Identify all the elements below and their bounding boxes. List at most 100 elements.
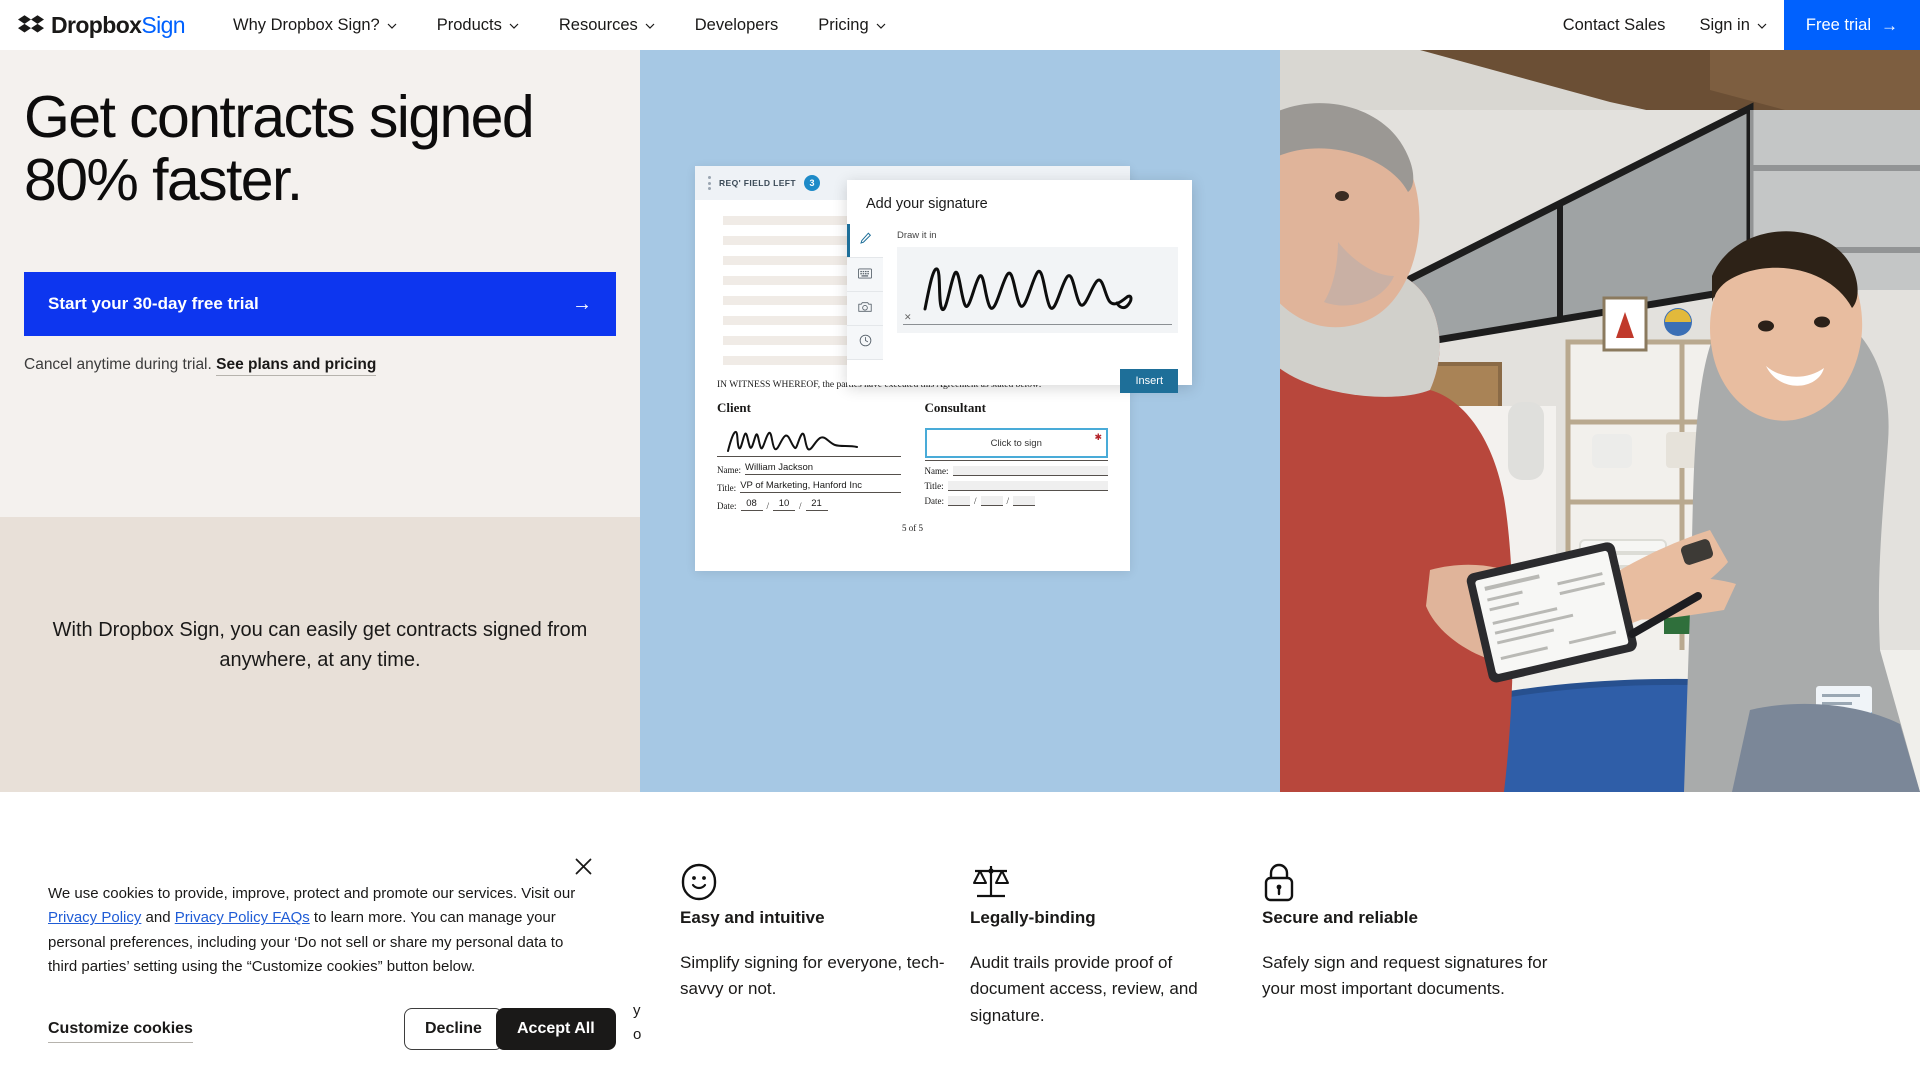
nav-item-developers[interactable]: Developers xyxy=(675,0,798,50)
feature-title: Legally-binding xyxy=(970,908,1096,927)
consultant-date-month[interactable] xyxy=(948,496,970,506)
page-indicator: 5 of 5 xyxy=(902,523,923,533)
feature-legally-binding: Legally-binding Audit trails provide pro… xyxy=(970,862,1240,1029)
consultant-name-key: Name: xyxy=(924,466,949,476)
cta-subtext: Cancel anytime during trial. See plans a… xyxy=(24,356,616,377)
client-date-key: Date: xyxy=(717,501,737,511)
date-separator: / xyxy=(766,501,770,511)
sign-in-menu[interactable]: Sign in xyxy=(1682,0,1783,50)
document-signature-block: IN WITNESS WHEREOF, the parties have exe… xyxy=(695,376,1130,533)
nav-label: Resources xyxy=(558,15,638,34)
cookie-actions: Customize cookies Decline Accept All xyxy=(0,1008,630,1068)
client-title-value: VP of Marketing, Hanford Inc xyxy=(740,480,901,493)
consultant-signature-rule xyxy=(924,460,1108,461)
main-nav: Why Dropbox Sign? Products Resources Dev… xyxy=(213,0,906,50)
arrow-right-icon: → xyxy=(1881,15,1898,35)
logo-text: DropboxSign xyxy=(51,11,186,38)
clear-signature-icon[interactable]: ✕ xyxy=(904,312,912,323)
free-trial-button[interactable]: Free trial → xyxy=(1783,0,1920,50)
date-separator: / xyxy=(799,501,802,511)
close-icon[interactable] xyxy=(572,855,594,877)
logo[interactable]: DropboxSign xyxy=(18,11,186,38)
modal-title: Add your signature xyxy=(866,196,988,212)
customize-cookies-button[interactable]: Customize cookies xyxy=(48,1020,193,1043)
signature-method-tabs xyxy=(847,224,883,360)
free-trial-label: Free trial xyxy=(1805,15,1871,34)
chevron-down-icon xyxy=(387,23,397,29)
client-name-row: Name: William Jackson xyxy=(717,462,901,475)
occluded-text-fragment: o xyxy=(633,1026,642,1043)
feature-body: Safely sign and request signatures for y… xyxy=(1262,953,1548,999)
nav-label: Pricing xyxy=(818,15,869,34)
cookie-consent-banner: We use cookies to provide, improve, prot… xyxy=(0,845,630,1080)
click-to-sign-field[interactable]: Click to sign ✱ xyxy=(924,428,1108,458)
consultant-name-row: Name: xyxy=(924,466,1108,476)
client-date-row: Date: 08 / 10 / 21 xyxy=(717,498,901,511)
client-signature-column: Client Name: William Jackson Title: VP o… xyxy=(717,400,901,511)
insert-signature-button[interactable]: Insert xyxy=(1120,369,1178,393)
hero-content: Get contracts signed 80% faster. Start y… xyxy=(0,50,640,792)
contact-sales-link[interactable]: Contact Sales xyxy=(1546,0,1683,50)
consultant-heading: Consultant xyxy=(924,400,986,415)
drag-handle-icon xyxy=(705,176,711,190)
occluded-text-fragment: y xyxy=(633,1002,641,1019)
feature-body: Audit trails provide proof of document a… xyxy=(970,953,1198,1025)
client-name-key: Name: xyxy=(717,465,741,475)
client-heading: Client xyxy=(717,400,751,415)
privacy-policy-faqs-link[interactable]: Privacy Policy FAQs xyxy=(175,909,310,926)
hero-section: Get contracts signed 80% faster. Start y… xyxy=(0,50,1920,792)
nav-item-products[interactable]: Products xyxy=(417,0,539,50)
see-plans-and-pricing-link[interactable]: See plans and pricing xyxy=(216,356,377,377)
feature-title: Secure and reliable xyxy=(1262,908,1418,927)
tab-draw[interactable] xyxy=(847,224,883,258)
camera-icon xyxy=(858,300,872,318)
client-signature-image xyxy=(717,422,901,456)
required-asterisk-icon: ✱ xyxy=(1094,432,1102,442)
logo-brand: Dropbox xyxy=(51,11,142,38)
start-free-trial-button[interactable]: Start your 30-day free trial → xyxy=(24,272,616,337)
nav-label: Products xyxy=(436,15,502,34)
decline-cookies-button[interactable]: Decline xyxy=(404,1008,503,1050)
chevron-down-icon xyxy=(876,23,886,29)
page-title: Get contracts signed 80% faster. xyxy=(24,84,535,214)
consultant-date-key: Date: xyxy=(924,496,945,506)
cookie-text-part1: We use cookies to provide, improve, prot… xyxy=(48,885,576,902)
consultant-date-day[interactable] xyxy=(980,496,1003,506)
consultant-name-value[interactable] xyxy=(952,466,1108,476)
arrow-right-icon: → xyxy=(572,293,592,316)
hero-photograph xyxy=(1280,50,1920,792)
feature-easy-and-intuitive: Easy and intuitive Simplify signing for … xyxy=(680,862,950,1003)
nav-label: Developers xyxy=(694,15,779,34)
signature-baseline xyxy=(903,324,1172,325)
privacy-policy-link[interactable]: Privacy Policy xyxy=(48,909,141,926)
consultant-title-value[interactable] xyxy=(947,481,1108,491)
click-to-sign-label: Click to sign xyxy=(990,437,1042,449)
cancel-anytime-text: Cancel anytime during trial. xyxy=(24,356,212,374)
consultant-date-row: Date: / / xyxy=(925,496,1109,506)
tab-type[interactable] xyxy=(847,258,883,292)
landing-page: DropboxSign Why Dropbox Sign? Products R… xyxy=(0,0,1920,1080)
tab-saved-signatures[interactable] xyxy=(847,326,883,360)
keyboard-icon xyxy=(858,266,872,284)
site-header: DropboxSign Why Dropbox Sign? Products R… xyxy=(0,0,1920,50)
padlock-icon xyxy=(1262,862,1562,908)
accept-all-cookies-button[interactable]: Accept All xyxy=(496,1008,616,1050)
clock-icon xyxy=(859,334,872,352)
add-signature-modal: Add your signature Draw it in ✕ Insert xyxy=(847,180,1192,393)
consultant-signature-column: Consultant Click to sign ✱ Name: Title: … xyxy=(924,400,1109,511)
signature-draw-canvas[interactable]: ✕ xyxy=(897,247,1178,333)
consultant-date-year[interactable] xyxy=(1013,496,1036,506)
chevron-down-icon xyxy=(1757,23,1767,29)
tab-upload-photo[interactable] xyxy=(847,292,883,326)
client-title-key: Title: xyxy=(717,483,737,493)
nav-item-pricing[interactable]: Pricing xyxy=(798,0,905,50)
cta-label: Start your 30-day free trial xyxy=(48,294,259,314)
nav-item-resources[interactable]: Resources xyxy=(539,0,675,50)
nav-label: Why Dropbox Sign? xyxy=(233,15,380,34)
scales-of-justice-icon xyxy=(970,862,1240,908)
contact-sales-label: Contact Sales xyxy=(1562,15,1666,34)
nav-item-why-dropbox-sign[interactable]: Why Dropbox Sign? xyxy=(213,0,417,50)
feature-body: Simplify signing for everyone, tech-savv… xyxy=(680,953,945,999)
client-date-month: 08 xyxy=(740,498,763,511)
hero-product-panel: REQ' FIELD LEFT 3 IN WITNESS WHEREOF, th… xyxy=(640,50,1280,792)
